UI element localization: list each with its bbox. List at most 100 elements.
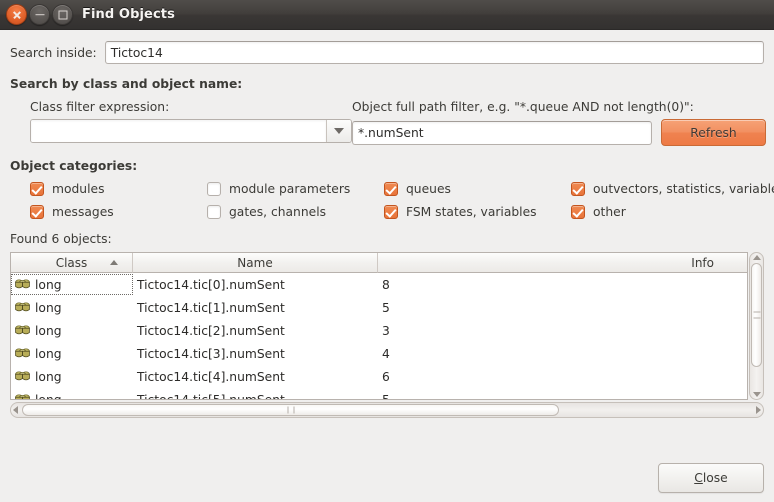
checkbox-modules[interactable]: modules [30,182,207,196]
close-button-mnemonic: C [694,471,703,485]
cell-class-value: long [35,277,62,292]
results-horizontal-scrollbar-wrapper [10,402,764,418]
checkbox-modules-box[interactable] [30,182,44,196]
sort-ascending-icon [110,260,118,265]
close-window-icon[interactable] [6,4,27,25]
cell-class: long [11,274,133,295]
column-header-class-label: Class [55,255,88,270]
results-vertical-scrollbar[interactable] [749,252,764,400]
column-header-name-label: Name [237,255,273,270]
checkbox-fsm-states-box[interactable] [384,205,398,219]
checkbox-messages[interactable]: messages [30,205,207,219]
table-row[interactable]: long Tictoc14.tic[2].numSent 3 [11,319,747,342]
checkbox-outvectors-statistics-variables[interactable]: outvectors, statistics, variables [571,182,774,196]
checkbox-other[interactable]: other [571,205,774,219]
cell-name: Tictoc14.tic[4].numSent [137,369,285,384]
object-categories-grid: modules module parameters queues outvect… [10,182,774,219]
table-row[interactable]: long Tictoc14.tic[0].numSent 8 [11,273,747,296]
table-row[interactable]: long Tictoc14.tic[4].numSent 6 [11,365,747,388]
table-header-row: Class Name Info [11,253,747,273]
cell-class: long [11,347,133,361]
cell-info: 5 [382,300,390,315]
refresh-button[interactable]: Refresh [661,119,766,146]
checkbox-fsm-states-variables[interactable]: FSM states, variables [384,205,571,219]
scroll-up-icon[interactable] [752,255,761,260]
cell-class-value: long [35,300,62,315]
maximize-window-icon[interactable] [52,4,73,25]
class-filter-combo[interactable] [30,119,352,143]
checkbox-outvectors-label: outvectors, statistics, variables [593,182,774,196]
object-stack-icon [15,371,30,381]
table-body: long Tictoc14.tic[0].numSent 8 long Tict… [11,273,747,399]
cell-info: 6 [382,369,390,384]
checkbox-other-label: other [593,205,626,219]
cell-info: 3 [382,323,390,338]
title-bar: Find Objects [0,0,774,30]
window-title: Find Objects [82,7,175,22]
object-stack-icon [15,348,30,358]
cell-class-value: long [35,369,62,384]
cell-class: long [11,301,133,315]
checkbox-queues[interactable]: queues [384,182,571,196]
checkbox-gates-channels-box[interactable] [207,205,221,219]
cell-class-value: long [35,346,62,361]
results-horizontal-scrollbar[interactable] [10,402,764,418]
cell-class: long [11,324,133,338]
cell-name: Tictoc14.tic[3].numSent [137,346,285,361]
cell-info: 4 [382,346,390,361]
path-filter-value: *.numSent [358,125,424,140]
class-filter-label: Class filter expression: [30,100,170,114]
class-filter-group: Class filter expression: [10,100,352,146]
table-row[interactable]: long Tictoc14.tic[1].numSent 5 [11,296,747,319]
checkbox-outvectors-box[interactable] [571,182,585,196]
cell-name: Tictoc14.tic[5].numSent [133,393,378,400]
checkbox-module-parameters-label: module parameters [229,182,351,196]
column-header-info-label: Info [691,255,714,270]
table-row[interactable]: long Tictoc14.tic[5].numSent 5 [11,388,747,399]
results-table: Class Name Info long Tictoc14.tic[0].num… [10,252,748,400]
object-stack-icon [15,325,30,335]
find-objects-window: Find Objects Search inside: Tictoc14 Sea… [0,0,774,502]
scroll-right-icon[interactable] [756,406,761,414]
filters-row: Class filter expression: Object full pat… [10,100,766,146]
close-button[interactable]: Close [658,463,764,493]
vertical-scrollbar-thumb[interactable] [751,263,762,367]
checkbox-gates-channels[interactable]: gates, channels [207,205,384,219]
checkbox-other-box[interactable] [571,205,585,219]
window-controls [0,4,73,25]
path-filter-row: *.numSent Refresh [352,119,766,146]
checkbox-module-parameters-box[interactable] [207,182,221,196]
dialog-body: Search inside: Tictoc14 Search by class … [0,30,774,502]
scroll-down-icon[interactable] [752,392,761,397]
class-filter-input[interactable] [31,120,326,142]
table-row[interactable]: long Tictoc14.tic[3].numSent 4 [11,342,747,365]
column-header-info[interactable]: Info [378,253,747,273]
checkbox-module-parameters[interactable]: module parameters [207,182,384,196]
search-inside-value: Tictoc14 [110,45,163,60]
results-table-wrapper: Class Name Info long Tictoc14.tic[0].num… [10,252,764,400]
path-filter-input[interactable]: *.numSent [352,120,652,145]
close-button-label: lose [702,471,728,485]
horizontal-scrollbar-thumb[interactable] [22,404,559,416]
object-categories-title: Object categories: [10,159,138,173]
checkbox-messages-box[interactable] [30,205,44,219]
chevron-down-icon [334,128,344,134]
search-inside-label: Search inside: [10,45,97,60]
column-header-name[interactable]: Name [133,253,378,273]
minimize-window-icon[interactable] [29,4,50,25]
scroll-left-icon[interactable] [13,406,18,414]
object-stack-icon [15,279,30,289]
cell-name: Tictoc14.tic[0].numSent [137,277,285,292]
path-filter-group: Object full path filter, e.g. "*.queue A… [352,100,766,146]
checkbox-modules-label: modules [52,182,105,196]
search-section-title: Search by class and object name: [10,77,243,91]
object-stack-icon [15,302,30,312]
search-inside-input[interactable]: Tictoc14 [104,41,764,64]
column-header-class[interactable]: Class [11,253,133,273]
checkbox-gates-channels-label: gates, channels [229,205,327,219]
class-filter-dropdown-button[interactable] [326,120,351,142]
checkbox-queues-box[interactable] [384,182,398,196]
cell-class-value: long [35,323,62,338]
path-filter-label: Object full path filter, e.g. "*.queue A… [352,100,694,114]
object-stack-icon [15,394,30,399]
